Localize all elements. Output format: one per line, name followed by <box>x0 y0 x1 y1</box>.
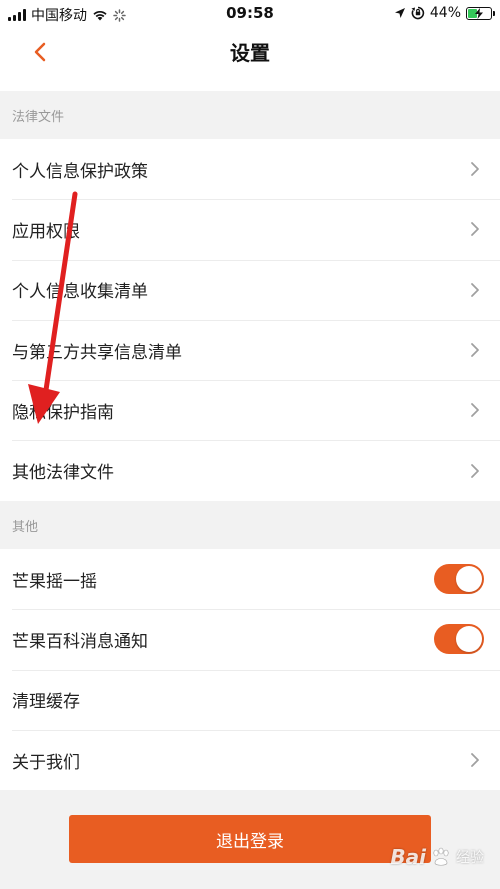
toggle-knob <box>456 626 482 653</box>
section-header-legal: 法律文件 <box>12 109 65 125</box>
chevron-right-icon <box>471 343 479 357</box>
list-item-label: 应用权限 <box>12 221 80 242</box>
nav-bar: 设置 <box>0 28 500 91</box>
chevron-right-icon <box>471 403 479 418</box>
paw-icon <box>433 847 449 866</box>
shake-toggle[interactable] <box>434 564 484 595</box>
list-item-notifications: 芒果百科消息通知 <box>0 609 500 669</box>
chevron-right-icon <box>471 753 479 767</box>
orientation-lock-icon <box>411 6 424 20</box>
list-item-label: 与第三方共享信息清单 <box>12 342 182 363</box>
list-item-label: 芒果百科消息通知 <box>12 631 148 652</box>
watermark-subtitle: 经验 <box>456 850 484 866</box>
chevron-right-icon <box>471 463 479 478</box>
list-item-personal-info-policy[interactable]: 个人信息保护政策 <box>0 139 500 199</box>
list-item-other-legal-docs[interactable]: 其他法律文件 <box>0 440 500 500</box>
list-item-label: 个人信息保护政策 <box>12 161 148 182</box>
battery-icon <box>466 6 495 20</box>
list-item-label: 芒果摇一摇 <box>12 571 97 592</box>
list-item-mango-shake: 芒果摇一摇 <box>0 549 500 609</box>
legal-documents-list: 个人信息保护政策 应用权限 个人信息收集清单 与第三方共享信息清单 隐私保护指南… <box>0 139 500 501</box>
battery-percent: 44% <box>429 5 461 21</box>
page-title: 设置 <box>230 41 270 65</box>
watermark-brand: Bai <box>390 845 426 869</box>
list-item-about-us[interactable]: 关于我们 <box>0 729 500 790</box>
baidu-watermark: Bai 经验 <box>390 845 484 869</box>
chevron-right-icon <box>471 222 479 237</box>
list-item-info-collection-list[interactable]: 个人信息收集清单 <box>0 259 500 320</box>
logout-button[interactable]: 退出登录 <box>69 815 431 863</box>
other-settings-list: 芒果摇一摇 芒果百科消息通知 清理缓存 关于我们 <box>0 549 500 791</box>
status-right: 44% <box>394 5 495 21</box>
notification-toggle[interactable] <box>434 624 484 655</box>
list-item-clear-cache[interactable]: 清理缓存 <box>0 669 500 730</box>
chevron-right-icon <box>471 162 479 177</box>
chevron-right-icon <box>471 282 479 297</box>
list-item-privacy-guide[interactable]: 隐私保护指南 <box>0 380 500 440</box>
status-bar: 中国移动 09:58 44% <box>0 0 500 28</box>
list-item-label: 个人信息收集清单 <box>12 282 148 303</box>
list-item-label: 其他法律文件 <box>12 463 114 484</box>
toggle-knob <box>456 566 482 593</box>
list-item-label: 隐私保护指南 <box>12 402 114 423</box>
list-item-app-permissions[interactable]: 应用权限 <box>0 199 500 259</box>
list-item-third-party-sharing-list[interactable]: 与第三方共享信息清单 <box>0 319 500 380</box>
section-header-other: 其他 <box>12 519 39 535</box>
list-item-label: 关于我们 <box>12 752 80 773</box>
location-icon <box>394 8 405 18</box>
list-item-label: 清理缓存 <box>12 692 80 713</box>
charging-icon <box>475 7 483 19</box>
